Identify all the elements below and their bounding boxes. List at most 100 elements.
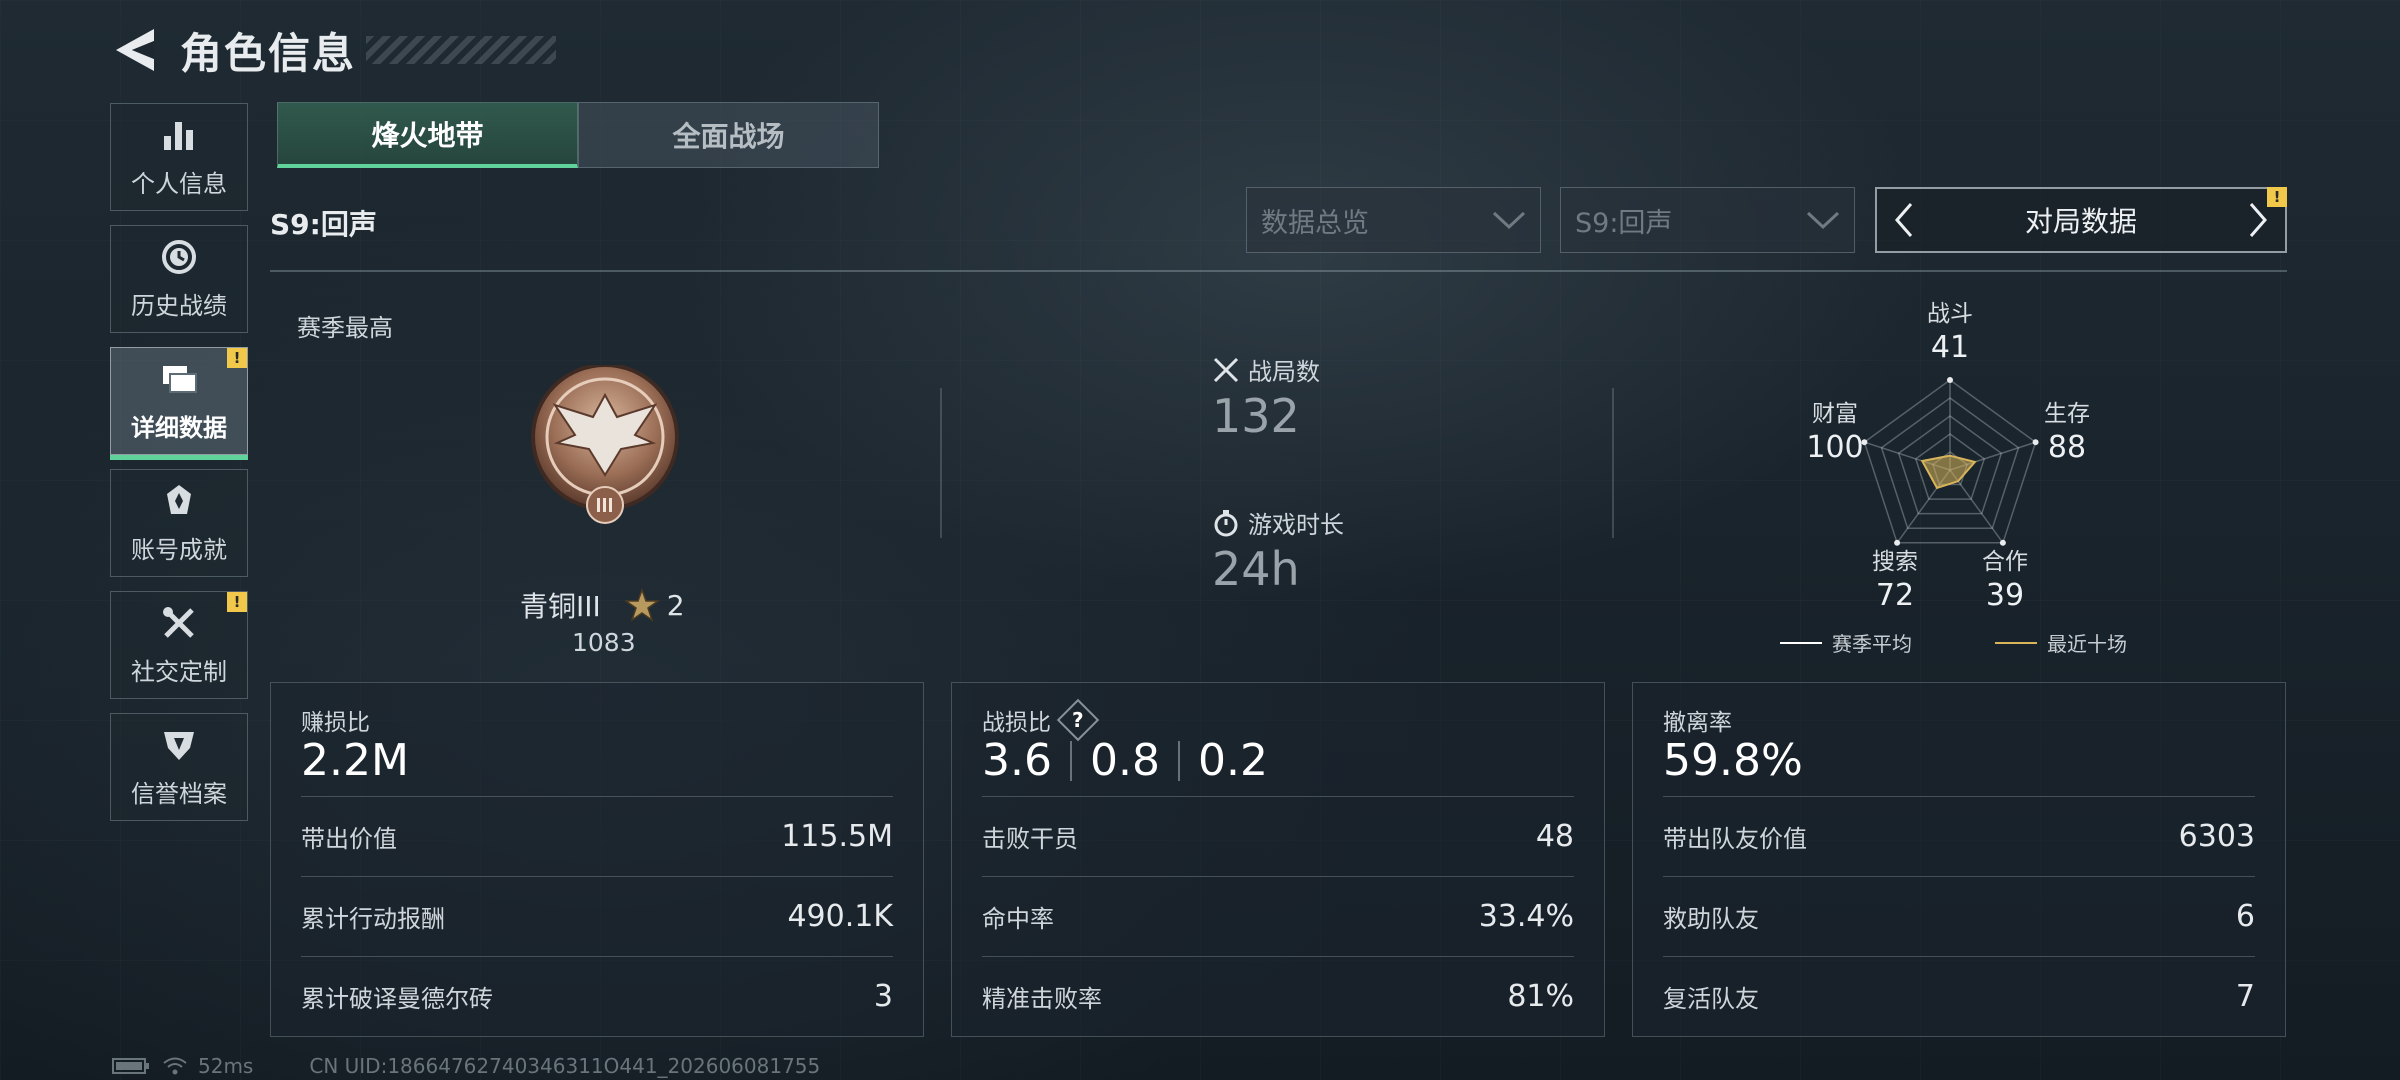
table-row: 救助队友 6 [1663,876,2255,956]
radar-axis-combat: 战斗 41 [1927,301,1973,365]
kd-card: 战损比 ? 3.6 0.8 0.2 击败干员 48 命中率 33.4% 精准击败率 8… [951,682,1605,1037]
sidebar-item-reputation[interactable]: 信誉档案 [110,713,248,821]
match-data-label: 对局数据 [2024,205,2137,238]
table-row: 带出队友价值 6303 [1663,796,2255,876]
page-header: 角色信息 [110,20,557,80]
legend-line-white [1780,641,1822,644]
chevron-left-icon [1895,203,1913,237]
rank-name: 青铜III [520,590,601,623]
playtime-label: 游戏时长 [1248,511,1344,539]
achievement-icon [167,484,191,514]
sidebar-item-history[interactable]: 历史战绩 [110,225,248,333]
back-button[interactable] [110,25,160,75]
card-main-value: 2.2M [301,735,409,786]
ping-value: 52ms [198,1054,254,1078]
overview-dropdown[interactable]: 数据总览 [1246,187,1541,253]
history-clock-icon [162,239,196,274]
matches-stat: 战局数 132 [1212,352,1320,443]
sidebar: 个人信息 历史战绩 详细数据 ! 账号成就 社交定制 ! 信誉档案 [110,103,248,835]
sidebar-item-label: 历史战绩 [131,291,227,320]
matches-value: 132 [1212,389,1300,443]
rank-info: 青铜III 2 [520,585,685,625]
notification-badge: ! [2267,187,2287,207]
tab-full-battlefield[interactable]: 全面战场 [578,102,879,168]
profit-card: 赚损比 2.2M 带出价值 115.5M 累计行动报酬 490.1K 累计破译曼德尔… [270,682,924,1037]
sidebar-item-social[interactable]: 社交定制 ! [110,591,248,699]
section-divider [270,270,2287,272]
legend-recent-ten: 最近十场 [1995,628,2127,657]
card-main-value: 59.8% [1663,735,1803,786]
page-title: 角色信息 [180,28,357,78]
sidebar-item-label: 社交定制 [131,657,227,686]
table-row: 带出价值 115.5M [301,796,893,876]
sidebar-item-detailed-data[interactable]: 详细数据 ! [110,347,248,460]
folders-icon [163,365,197,393]
vertical-divider [940,388,942,538]
stopwatch-icon [1214,509,1238,536]
playtime-value: 24h [1212,542,1300,596]
radar-series-recent-ten [1920,454,1977,490]
tab-hazard-zone[interactable]: 烽火地带 [277,102,578,168]
season-dropdown[interactable]: S9:回声 [1560,187,1855,253]
star-icon [624,588,659,622]
season-dropdown-value: S9:回声 [1575,207,1673,239]
kd-value-1: 3.6 [982,735,1052,786]
card-main-value: 3.6 0.8 0.2 [982,735,1268,786]
vertical-divider [1612,388,1614,538]
table-row: 击败干员 48 [982,796,1574,876]
notification-badge: ! [227,592,247,612]
season-high-label: 赛季最高 [297,314,393,342]
sidebar-item-achievements[interactable]: 账号成就 [110,469,248,577]
chevron-down-icon [1806,211,1840,230]
legend-season-avg: 赛季平均 [1780,628,1912,657]
sidebar-item-label: 详细数据 [131,413,227,442]
rank-star-count: 2 [666,588,685,622]
radar-axis-dot [1999,539,2006,546]
radar-axis-dot [1947,377,1953,383]
battery-icon [112,1058,149,1074]
radar-axis-dot [1894,539,1901,546]
wifi-icon [163,1057,187,1075]
radar-axis-teamwork: 合作 39 [1982,549,2028,613]
extract-card: 撤离率 59.8% 带出队友价值 6303 救助队友 6 复活队友 7 [1632,682,2286,1037]
sidebar-item-personal-info[interactable]: 个人信息 [110,103,248,211]
table-row: 精准击败率 81% [982,956,1574,1036]
rank-stars: 2 [624,588,685,622]
radar-axis-search: 搜索 72 [1872,549,1918,613]
bar-chart-icon [164,121,193,150]
notification-badge: ! [227,348,247,368]
value-separator [1177,740,1180,781]
crossed-swords-icon [1213,357,1239,382]
radar-axis-wealth: 财富 100 [1806,401,1864,465]
value-separator [1069,740,1072,781]
rank-points: 1083 [572,628,636,657]
table-row: 累计行动报酬 490.1K [301,876,893,956]
sidebar-item-label: 信誉档案 [131,779,227,808]
mode-tabs: 烽火地带 全面战场 [277,102,879,168]
legend-line-gold [1995,641,2037,644]
title-decoration [366,36,557,64]
match-data-switcher: 对局数据 ! [1875,187,2287,253]
reputation-icon [164,731,194,760]
status-footer: 52ms CN UID:18664762740346311O441_202606… [112,1054,820,1078]
card-title: 战损比 ? [982,698,1100,742]
chevron-right-icon [2249,203,2267,237]
matches-label: 战局数 [1248,358,1320,386]
sidebar-item-label: 账号成就 [131,535,227,564]
chevron-down-icon [1492,211,1526,230]
card-title: 撤离率 [1663,710,1732,736]
table-row: 命中率 33.4% [982,876,1574,956]
ability-radar: 战斗 41 生存 88 合作 39 搜索 72 财富 100 [1770,300,2130,660]
sidebar-item-label: 个人信息 [131,169,227,198]
back-arrow-icon [116,29,154,71]
prev-button[interactable] [1889,200,1919,240]
season-label: S9:回声 [270,208,377,241]
kd-value-2: 0.8 [1089,735,1160,786]
radar-axis-survival: 生存 88 [2044,401,2090,465]
playtime-stat: 游戏时长 24h [1212,505,1344,596]
rank-emblem-icon [531,365,679,524]
kd-value-3: 0.2 [1197,735,1268,786]
overview-dropdown-value: 数据总览 [1261,207,1369,239]
table-row: 累计破译曼德尔砖 3 [301,956,893,1036]
user-uid: CN UID:18664762740346311O441_20260608175… [309,1054,821,1078]
